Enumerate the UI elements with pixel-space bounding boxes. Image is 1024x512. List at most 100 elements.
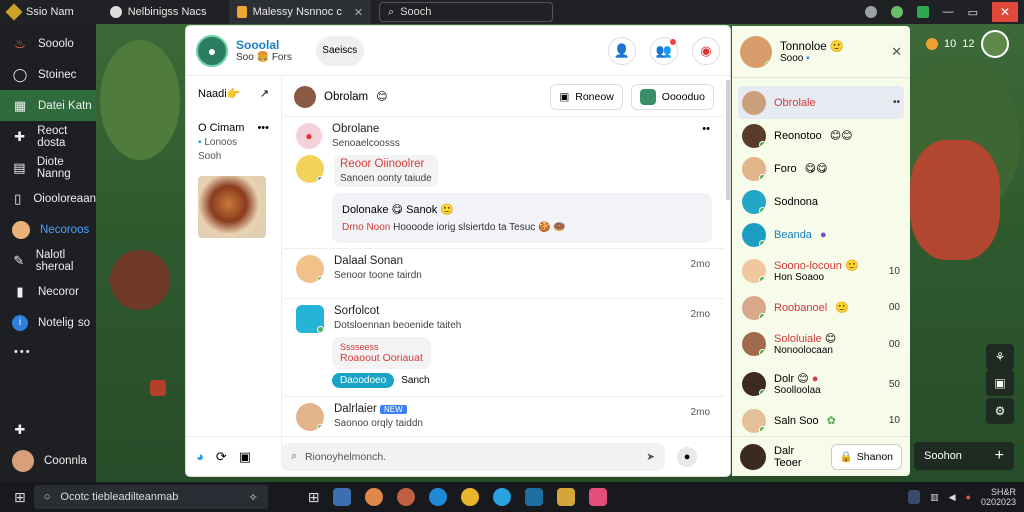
map-icon[interactable]: ▣ <box>986 370 1014 396</box>
feed-scrollbar[interactable] <box>726 80 730 200</box>
app-icon[interactable] <box>333 488 352 506</box>
download-icon[interactable] <box>916 6 929 18</box>
contact-item[interactable]: Reonotoo 😊😊 <box>732 119 910 152</box>
volume-icon[interactable]: ◀ <box>949 492 956 503</box>
profile-icon[interactable]: 👤 <box>608 36 636 65</box>
attach-icon[interactable]: ⟳ <box>216 449 227 465</box>
avatar[interactable] <box>980 30 1009 58</box>
contact-item[interactable]: Beanda ● <box>732 218 910 251</box>
quoted-message[interactable]: Dolonake 😋 Sanok 🙂 Drno Noon Hoooode ior… <box>332 193 712 243</box>
sidebar-item-7[interactable]: Necoroos <box>0 214 96 245</box>
mic-icon[interactable]: ● <box>677 446 698 467</box>
sidebar-item-5[interactable]: ▤ Diote Nanng <box>0 152 96 183</box>
user-profile[interactable]: Coonnla <box>0 445 96 476</box>
extension-icon[interactable] <box>864 6 877 18</box>
sidebar-item-label: Nalotl sheroal <box>35 248 74 273</box>
friends-icon[interactable]: 👥 <box>650 36 678 65</box>
contact-item[interactable]: Foro 😋😋 <box>732 152 910 185</box>
settings-item[interactable]: ✚ <box>0 415 96 445</box>
network-icon[interactable]: ▥ <box>930 492 939 503</box>
conversation-header: Obrolam 😊 ▣ Roneow Ooooduo <box>284 77 724 117</box>
sidebar-item-6[interactable]: ▯ Oiooloreaan <box>0 183 96 214</box>
tab-3[interactable]: Malessy Nsnnoc c ✕ <box>228 0 372 24</box>
bookmark-icon: ▮ <box>16 283 24 299</box>
app-icon[interactable] <box>525 488 544 506</box>
channel-title: Naadi <box>198 88 227 100</box>
shield-icon[interactable] <box>908 490 921 504</box>
sidebar-item-10[interactable]: i Notelig so <box>0 307 96 338</box>
app-icon[interactable] <box>365 488 384 506</box>
windows-start-icon[interactable]: ⊞ <box>14 489 26 506</box>
close-icon[interactable]: ✕ <box>891 44 902 60</box>
contact-item[interactable]: Sololuiale 😊 Nonoolocaan 00 <box>732 324 910 364</box>
edge-icon[interactable] <box>429 488 448 506</box>
contact-item[interactable]: Sodnona <box>732 185 910 218</box>
tag-chip[interactable]: Daoodoeo <box>332 373 395 388</box>
app-icon[interactable] <box>589 488 608 506</box>
app-icon[interactable] <box>493 488 512 506</box>
sidebar-item-1[interactable]: ♨ Sooolo <box>0 28 96 59</box>
minimize-icon[interactable]: — <box>943 6 954 18</box>
message-post-3[interactable]: Sorfolcot Dotsloennan beoenide taiteh 2m… <box>284 299 724 397</box>
avatar <box>742 123 766 148</box>
contact-count: 10 <box>888 415 900 426</box>
contact-name: Obrolale <box>774 96 816 109</box>
sidebar-item-8[interactable]: ✎ Nalotl sheroal <box>0 245 96 276</box>
tab-1[interactable]: Ssio Nam <box>0 0 82 24</box>
task-view-icon[interactable]: ⊞ <box>308 489 320 506</box>
sidebar-item-2[interactable]: ◯ Stoinec <box>0 59 96 90</box>
address-bar[interactable]: ⌕ Sooch <box>379 2 554 22</box>
message-post-1[interactable]: ● Obrolane Senoaelcoosss •• Reoor Oiinoo… <box>284 117 724 249</box>
tray-date: 0202023 <box>980 497 1016 507</box>
image-icon[interactable]: ▣ <box>239 449 251 465</box>
sidebar-item-9[interactable]: ▮ Necoror <box>0 276 96 307</box>
roster-button[interactable]: ▣ Roneow <box>550 83 623 110</box>
food-image[interactable] <box>198 176 266 238</box>
app-icon[interactable] <box>557 488 576 506</box>
header-pill-button[interactable]: Saeiscs <box>315 35 364 66</box>
message-post-2[interactable]: Dalaal Sonan Senoor toone tairdn 2mo <box>284 249 724 299</box>
emoji-icon: ✿ <box>826 415 836 427</box>
lock-icon: 🔒 <box>839 451 853 463</box>
settings-icon[interactable]: ⚙ <box>986 398 1014 424</box>
download-button[interactable]: Ooooduo <box>630 83 714 110</box>
game-tree-canopy <box>100 40 180 160</box>
maximize-icon[interactable]: ▭ <box>968 6 978 19</box>
app-icon[interactable] <box>397 488 416 506</box>
share-icon[interactable]: ↗ <box>260 87 269 100</box>
battery-icon[interactable]: ● <box>966 492 971 502</box>
reply-title: Reoor Oiinoolrer <box>340 158 425 170</box>
contact-item[interactable]: Obrolale •• <box>738 86 904 119</box>
channel-group[interactable]: O Cimam ••• ▪ Lonoos Sooh <box>198 122 269 162</box>
contact-item[interactable]: Roobanoel 🙂 00 <box>732 291 910 324</box>
send-icon[interactable]: ➤ <box>646 451 655 463</box>
avatar <box>740 35 772 68</box>
contact-name: Sololuiale <box>774 333 822 345</box>
taskbar-search[interactable]: ○ Ocotc tiebleadilteanmab ✧ <box>33 485 268 509</box>
sidebar-item-suffix: so <box>77 316 90 329</box>
contact-item[interactable]: Soono-locoun 🙂 Hon Soaoo 10 <box>732 251 910 291</box>
embedded-card[interactable]: Sssseess Roaoout Ooriauat <box>332 337 431 369</box>
contact-item[interactable]: Dolr 😊 ● Soolloolaa 50 <box>732 364 910 404</box>
sidebar-item-3[interactable]: ▦ Datei Katn <box>0 90 96 121</box>
account-icon[interactable]: ◉ <box>692 36 720 65</box>
tab-2[interactable]: Nelbinigss Nacs <box>102 0 215 24</box>
share-icon[interactable]: ⚘ <box>986 344 1014 370</box>
tools-icon: ✎ <box>13 252 25 268</box>
more-icon[interactable]: •• <box>702 123 710 135</box>
chrome-icon[interactable] <box>461 488 480 506</box>
search-button[interactable]: 🔒 Shanon <box>830 443 902 470</box>
emoji-icon[interactable]: ◕ <box>196 449 204 464</box>
contact-item[interactable]: Saln Soo ✿ 10 <box>732 404 910 437</box>
close-window-icon[interactable]: ✕ <box>992 2 1018 22</box>
avatar <box>740 443 766 470</box>
new-chat-button[interactable]: Soohon + <box>914 442 1014 470</box>
copilot-icon[interactable]: ✧ <box>249 491 258 504</box>
more-icon[interactable]: ••• <box>257 122 269 134</box>
sidebar-item-4[interactable]: ✚ Reoct dosta <box>0 121 96 152</box>
tab-close-icon[interactable]: ✕ <box>354 6 363 19</box>
more-icon[interactable]: •• <box>893 97 900 108</box>
more-icon[interactable]: ••• <box>0 338 96 366</box>
message-input[interactable]: ⌕ Rionoyhelmonch. ➤ <box>281 442 666 471</box>
shield-icon[interactable] <box>890 6 903 18</box>
